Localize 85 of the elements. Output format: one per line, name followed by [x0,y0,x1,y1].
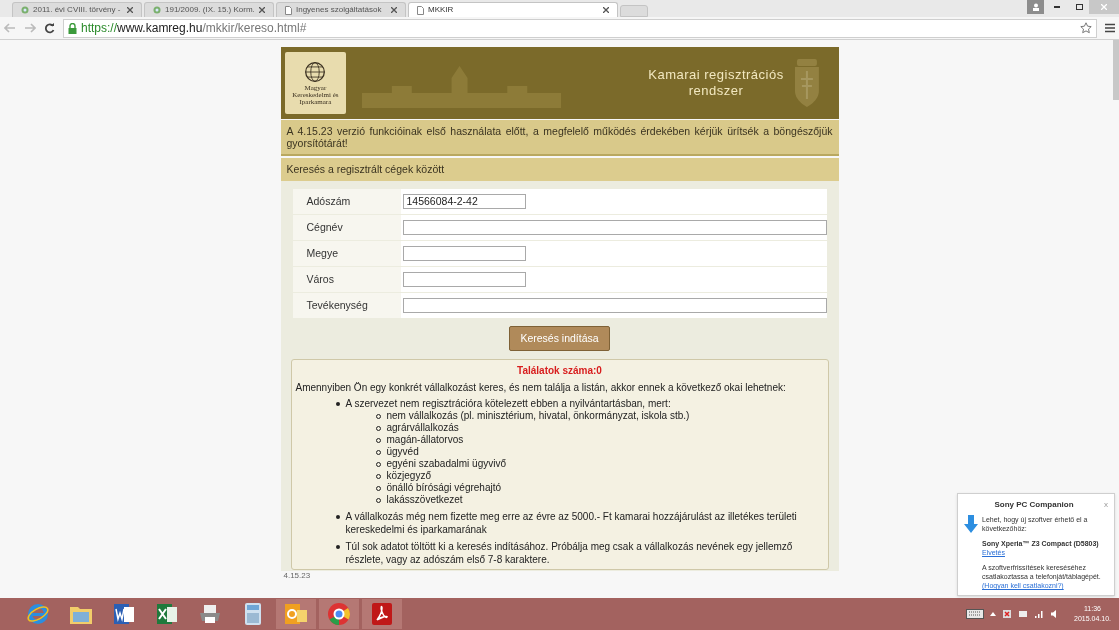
results-intro: Amennyiben Ön egy konkrét vállalkozást keres, és nem találja a listán, akkor ennek a következő okai lehetnek: [295,381,787,394]
close-button[interactable]: x [1104,499,1108,511]
network-icon[interactable] [1018,609,1028,619]
globe-icon [304,60,327,83]
reload-icon[interactable] [44,22,55,34]
section-title: Keresés a regisztrált cégek között [286,161,445,177]
browser-tab[interactable]: Ingyenes szolgáltatások [276,2,406,17]
circle-bullet-icon [375,449,381,455]
taskbar-button[interactable] [362,599,402,629]
signal-icon[interactable] [1034,609,1044,619]
site-title: Kamarai regisztrációs rendszer [647,67,785,99]
browser-tab[interactable]: 2011. évi CVIII. törvény - [12,2,142,17]
user-button[interactable] [1027,0,1044,14]
input-field[interactable]: 14566084-2-42 [402,194,526,209]
input-field[interactable] [402,272,526,287]
url-text: https://www.kamreg.hu/mkkir/kereso.html# [81,20,307,37]
menu-icon[interactable] [1105,23,1115,33]
circle-bullet-icon [375,425,381,431]
reason-text: A szervezet nem regisztrációra kötelezett ebben a nyilvántartásban, mert: [345,397,672,410]
keyboard-icon[interactable] [966,609,984,619]
circle-bullet-icon [375,497,381,503]
printer-icon [198,603,222,625]
reason-item: magán-állatorvos [386,434,464,446]
address-field[interactable]: https://www.kamreg.hu/mkkir/kereso.html# [63,18,1097,38]
reason-item: ügyvéd [386,446,419,458]
field-label: Cégnév [292,215,401,240]
field-label: Adószám [292,189,401,214]
circle-bullet-icon [375,485,381,491]
reason-item: lakásszövetkezet [386,494,463,506]
version-text: 4.15.23 [282,571,312,580]
reason-item: egyéni szabadalmi ügyvivő [386,458,506,470]
page-icon [285,5,292,15]
flag-icon[interactable] [1002,609,1012,619]
close-icon[interactable] [259,7,265,13]
spreadsheet-icon [155,602,179,626]
reason-item: önálló bírósági végrehajtó [386,482,502,494]
reason-text: A vállalkozás még nem fizette meg erre az évre az 5000.- Ft kamarai hozzájárulást az illetékes területi kereskedelmi és iparkamarának [345,510,798,536]
browser-tab[interactable]: 191/2009. (IX. 15.) Korm. [144,2,274,17]
search-button[interactable]: Keresés indítása [509,326,610,351]
globe-icon [21,6,29,14]
tab-title: 191/2009. (IX. 15.) Korm. [165,4,255,16]
tab-title: MKKIR [428,4,455,16]
close-icon[interactable] [127,7,133,13]
notification-title: Sony PC Companion [993,499,1075,511]
star-icon[interactable] [1080,22,1092,34]
tab-title: Ingyenes szolgáltatások [296,4,383,16]
browser-circle-icon [327,602,351,626]
field-label: Város [292,267,401,292]
field-label: Megye [292,241,401,266]
close-icon[interactable] [391,7,397,13]
scrollbar-thumb[interactable] [1113,40,1119,100]
input-field[interactable] [402,220,827,235]
padlock-icon [68,22,77,34]
browser-tab[interactable]: MKKIR [408,2,618,17]
download-arrow-icon [964,515,978,533]
notice-text: A 4.15.23 verzió funkcióinak első használata előtt, a megfelelő működés érdekében kérjük ürítsék a böngészőjük gyorsítótárát! [286,125,833,149]
field-label: Tevékenység [292,293,401,318]
close-icon[interactable] [603,7,609,13]
input-field[interactable] [402,298,827,313]
circle-bullet-icon [375,473,381,479]
close-icon [1101,4,1107,10]
circle-bullet-icon [375,413,381,419]
bullet-icon [335,402,340,406]
reason-item: nem vállalkozás (pl. minisztérium, hivatal, önkormányzat, iskola stb.) [386,410,690,422]
chevron-up-icon[interactable] [990,612,996,616]
pdf-icon [371,602,393,626]
input-field[interactable] [402,246,526,261]
circle-bullet-icon [375,437,381,443]
reason-text: Túl sok adatot töltött ki a keresés indításához. Próbálja meg csak a vállalkozás nevének egy jellemző részlete, vagy az adószám első 7-8 karaktere. [345,540,794,566]
bullet-icon [335,515,340,519]
circle-bullet-icon [375,461,381,467]
page-icon [417,5,424,15]
tab-title: 2011. évi CVIII. törvény - [33,4,122,16]
bullet-icon [335,545,340,549]
person-icon [1031,3,1040,11]
calculator-icon [243,602,263,626]
mail-app-icon [284,602,308,626]
reason-item: agrárvállalkozás [386,422,459,434]
reason-item: közjegyző [386,470,431,482]
results-count: Találatok száma:0 [517,364,602,378]
taskbar-button[interactable] [276,599,316,629]
document-icon [112,602,136,626]
globe-icon [153,6,161,14]
taskbar-button[interactable] [319,599,359,629]
browser-e-icon [26,602,50,626]
